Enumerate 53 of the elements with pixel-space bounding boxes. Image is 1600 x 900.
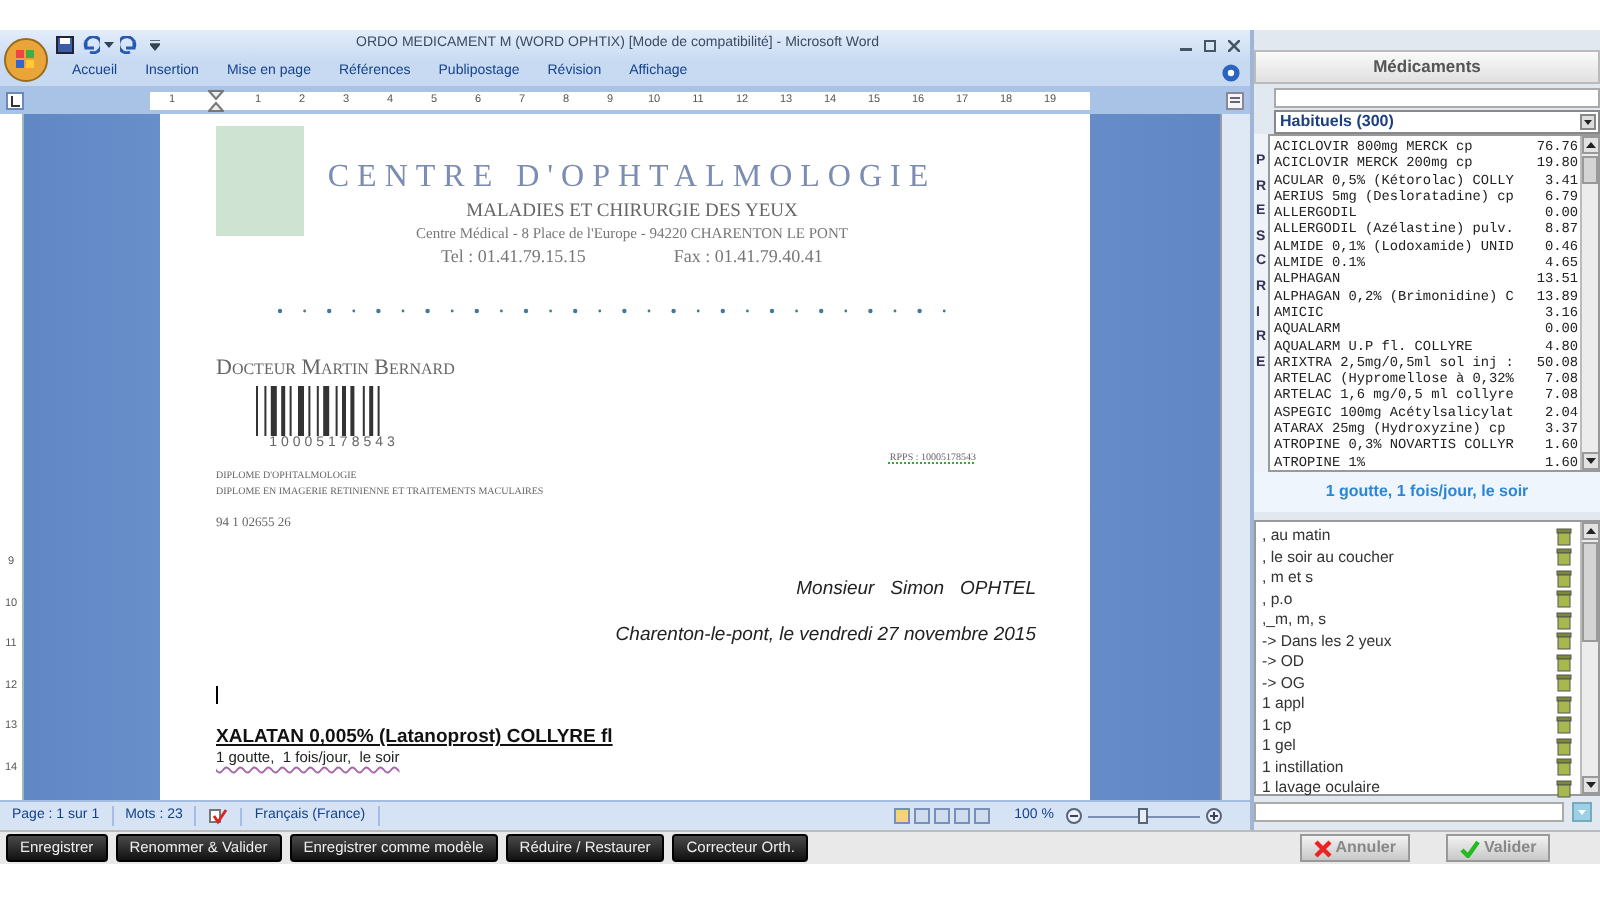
dropdown-arrow-icon bbox=[1580, 114, 1596, 130]
scroll-up-icon[interactable] bbox=[1582, 522, 1600, 540]
save-icon[interactable] bbox=[56, 36, 74, 54]
bin-icon[interactable] bbox=[1556, 674, 1572, 693]
bin-icon[interactable] bbox=[1556, 695, 1572, 714]
patient-name: Monsieur Simon OPHTEL bbox=[794, 575, 1036, 604]
bin-icon[interactable] bbox=[1556, 548, 1572, 567]
redo-icon[interactable] bbox=[120, 36, 138, 54]
drug-name: XALATAN 0,005% (Latanoprost) COLLYRE fl bbox=[216, 726, 615, 749]
bin-icon[interactable] bbox=[1556, 632, 1572, 651]
zoom-slider-thumb[interactable] bbox=[1138, 807, 1148, 823]
search-field[interactable] bbox=[1274, 88, 1600, 108]
vertical-scrollbar[interactable] bbox=[1220, 114, 1250, 800]
checkmark-icon bbox=[1459, 839, 1480, 857]
fax-number: Fax : 01.41.79.40.41 bbox=[673, 244, 823, 268]
text-cursor bbox=[216, 686, 218, 705]
maximize-icon[interactable] bbox=[1204, 39, 1216, 51]
clinic-subtitle: MALADIES ET CHIRURGIE DES YEUX bbox=[466, 200, 798, 224]
category-dropdown[interactable]: Habituels (300) bbox=[1274, 110, 1600, 134]
scrollbar-thumb[interactable] bbox=[1582, 156, 1598, 184]
ruler-toggle-icon[interactable] bbox=[1226, 91, 1244, 109]
bin-icon[interactable] bbox=[1556, 569, 1572, 588]
close-icon[interactable] bbox=[1228, 39, 1240, 51]
illustration-placeholder bbox=[216, 126, 304, 236]
phrase-input-field[interactable] bbox=[1254, 801, 1564, 821]
bin-icon[interactable] bbox=[1556, 716, 1572, 735]
scrollbar-thumb[interactable] bbox=[1582, 542, 1598, 642]
cross-icon bbox=[1313, 839, 1332, 857]
place-date: Charenton-le-pont, le vendredi 27 novembre 2015 bbox=[613, 622, 1036, 650]
undo-icon[interactable] bbox=[82, 36, 100, 54]
bin-icon[interactable] bbox=[1556, 758, 1572, 777]
zoom-out-icon[interactable] bbox=[1066, 808, 1082, 824]
bin-icon[interactable] bbox=[1556, 527, 1572, 546]
caret-icon[interactable] bbox=[104, 40, 114, 50]
customize-menu-icon[interactable] bbox=[150, 39, 160, 51]
selected-dosage: 1 goutte, 1 fois/jour, le soir bbox=[1254, 472, 1600, 512]
phone-number: Tel : 01.41.79.15.15 bbox=[441, 244, 586, 268]
panel-title: Médicaments bbox=[1254, 50, 1600, 84]
scroll-down-icon[interactable] bbox=[1582, 452, 1598, 470]
scroll-up-icon[interactable] bbox=[1582, 136, 1598, 154]
bin-icon[interactable] bbox=[1556, 779, 1572, 798]
spellcheck-icon[interactable] bbox=[208, 807, 229, 825]
bin-icon[interactable] bbox=[1556, 737, 1572, 756]
bin-icon[interactable] bbox=[1556, 590, 1572, 609]
indent-marker-icon[interactable] bbox=[208, 90, 224, 112]
tab-selector-icon[interactable] bbox=[6, 91, 24, 109]
bin-icon[interactable] bbox=[1556, 611, 1572, 630]
bin-icon[interactable] bbox=[1556, 653, 1572, 672]
zoom-in-icon[interactable] bbox=[1206, 808, 1222, 824]
scroll-down-icon[interactable] bbox=[1582, 776, 1600, 794]
doctor-name: Docteur Martin Bernard bbox=[216, 356, 457, 380]
clinic-name: CENTRE D'OPHTALMOLOGIE bbox=[327, 160, 937, 196]
help-icon[interactable] bbox=[1222, 64, 1240, 82]
